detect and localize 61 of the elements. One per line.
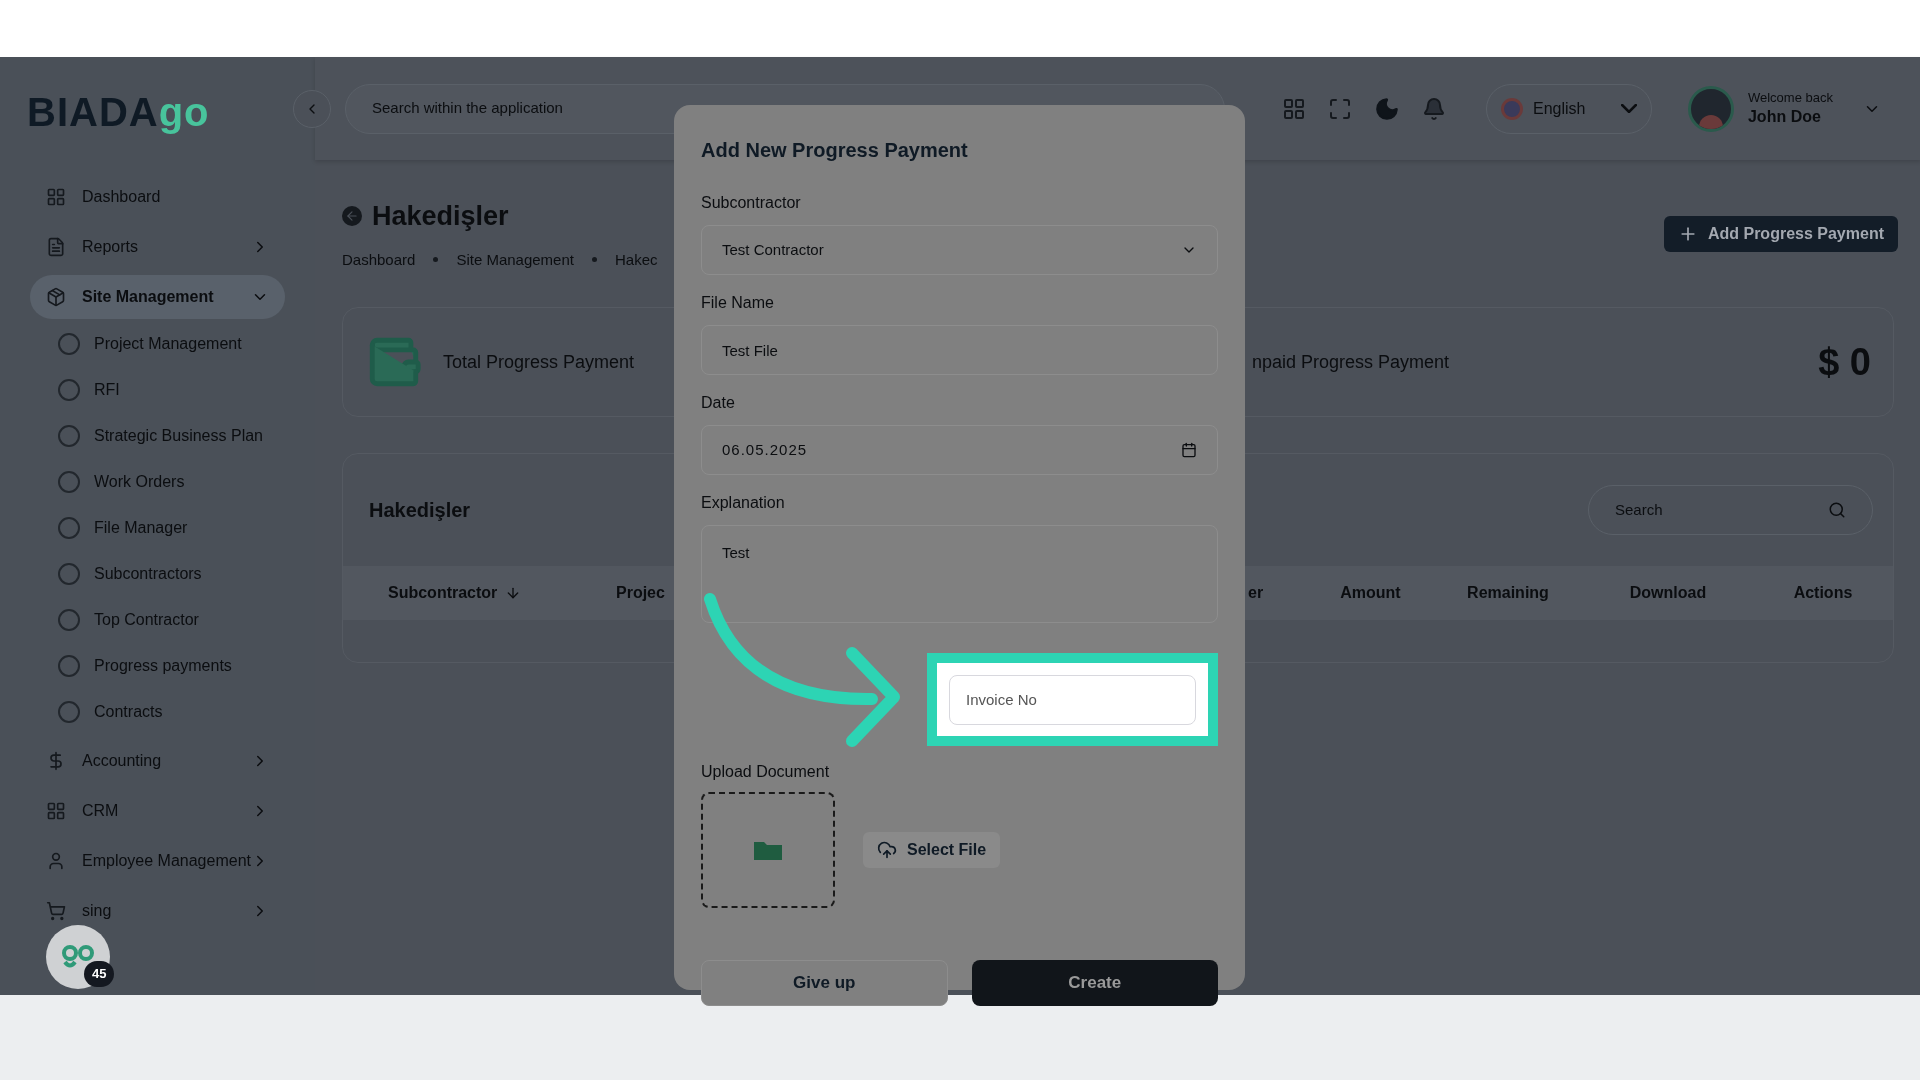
date-input[interactable]: 06.05.2025 (701, 425, 1218, 475)
calendar-icon (1181, 442, 1197, 458)
table-search-field[interactable]: Search (1588, 485, 1873, 535)
explanation-textarea[interactable]: Test (701, 525, 1218, 623)
page-title: Hakedişler (372, 200, 509, 233)
upload-dropzone[interactable] (701, 792, 835, 908)
column-header[interactable]: Amount (1308, 581, 1433, 605)
column-header[interactable]: Subcontractor (388, 581, 616, 605)
logo: BIADAgo (27, 89, 210, 136)
select-file-button[interactable]: Select File (863, 832, 1001, 868)
cloud-upload-icon (877, 840, 897, 860)
go-logo-icon (61, 944, 95, 970)
sidebar-item[interactable]: Accounting (30, 739, 285, 783)
submenu-item[interactable]: Progress payments (58, 647, 285, 685)
submenu-item[interactable]: Contracts (58, 693, 285, 731)
subcontractor-select[interactable]: Test Contractor (701, 225, 1218, 275)
sidebar-item[interactable]: Site Management (30, 275, 285, 319)
stat-label: npaid Progress Payment (1252, 350, 1450, 374)
sidebar-item[interactable]: Dashboard (30, 175, 285, 219)
sidebar-item[interactable]: Employee Management (30, 839, 285, 883)
submenu-item[interactable]: Project Management (58, 325, 285, 363)
cancel-button[interactable]: Give up (701, 960, 948, 1006)
greeting-text: Welcome back (1747, 90, 1833, 107)
breadcrumb-link[interactable]: Hakec (614, 248, 658, 271)
user-name: John Doe (1747, 106, 1822, 127)
field-label: Date (701, 393, 736, 413)
column-header[interactable]: Download (1583, 581, 1753, 605)
text-input[interactable]: Test File (701, 325, 1218, 375)
submenu-item[interactable]: Subcontractors (58, 555, 285, 593)
add-progress-payment-button[interactable]: Add Progress Payment (1663, 216, 1898, 252)
chevron-down-icon (1620, 104, 1637, 113)
submenu-item[interactable]: RFI (58, 371, 285, 409)
modal-title: Add New Progress Payment (701, 138, 969, 163)
notification-badge: 45 (84, 961, 115, 987)
column-header[interactable]: Actions (1753, 581, 1893, 605)
create-button[interactable]: Create (971, 960, 1218, 1006)
invoice-input[interactable]: Invoice No (949, 674, 1196, 725)
submenu-item[interactable]: Top Contractor (58, 601, 285, 639)
stat-value: $ 0 (1818, 339, 1871, 385)
fullscreen-icon[interactable] (1327, 96, 1352, 121)
stat-label: Total Progress Payment (443, 350, 635, 374)
field-label: Explanation (701, 493, 786, 513)
submenu-item[interactable]: File Manager (58, 509, 285, 547)
sidebar-item[interactable]: Reports (30, 225, 285, 269)
field-label: File Name (701, 293, 775, 313)
column-header[interactable]: Remaining (1433, 581, 1583, 605)
sidebar-item[interactable]: CRM (30, 789, 285, 833)
apps-icon[interactable] (1281, 96, 1306, 121)
flag-icon (1500, 97, 1523, 120)
search-icon (1828, 501, 1846, 519)
column-header[interactable]: er (1248, 581, 1308, 605)
submenu-item[interactable]: Strategic Business Plan (58, 417, 285, 455)
breadcrumb-link[interactable]: Dashboard (342, 248, 416, 271)
breadcrumb-link[interactable]: Site Management (456, 248, 574, 271)
upload-label: Upload Document (701, 762, 831, 782)
notification-icon[interactable] (1421, 96, 1446, 121)
table-title: Hakedişler (369, 498, 471, 523)
moon-icon[interactable] (1373, 95, 1400, 122)
back-icon[interactable] (342, 206, 362, 227)
submenu-item[interactable]: Work Orders (58, 463, 285, 501)
field-label: Subcontractor (701, 193, 802, 213)
